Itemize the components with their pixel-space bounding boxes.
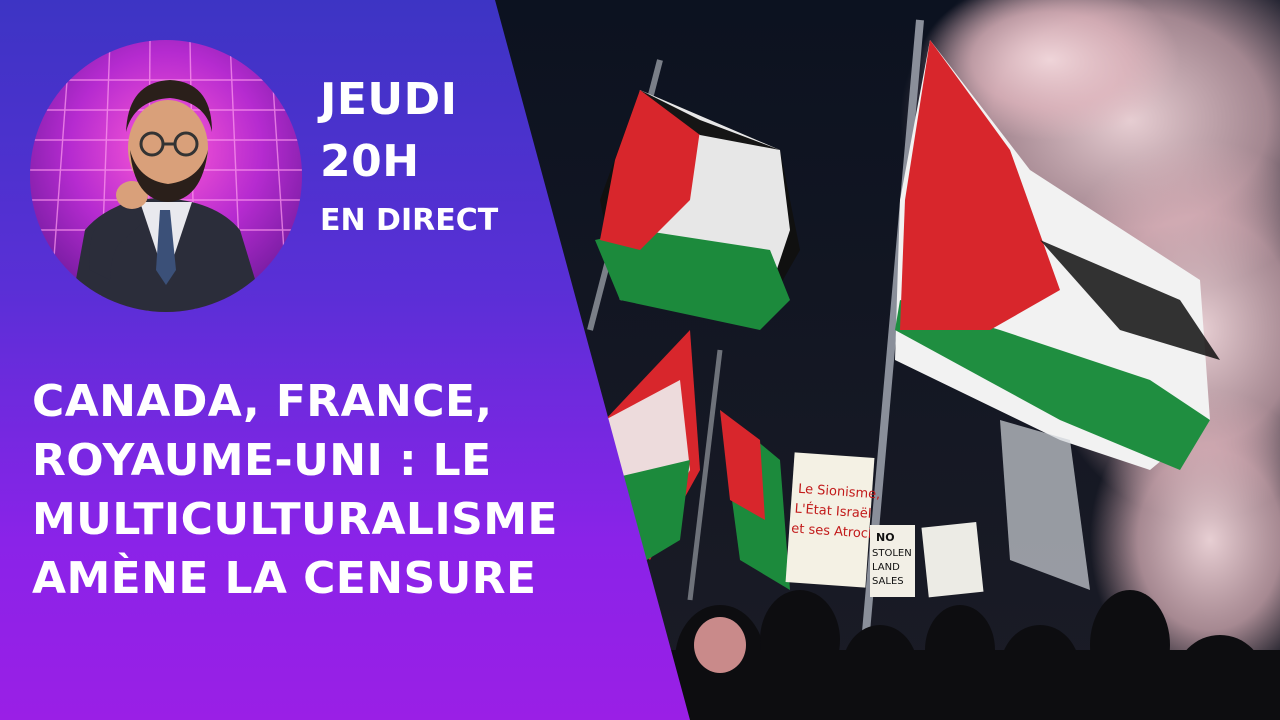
video-thumbnail: Le Sionisme, L'État Israël et ses Atroci…: [0, 0, 1280, 720]
headline-line: MULTICULTURALISME: [32, 494, 558, 545]
svg-text:SALES: SALES: [872, 576, 904, 587]
protest-sign-2: NO STOLEN LAND SALES: [870, 525, 915, 597]
host-avatar: [30, 40, 302, 312]
svg-text:LAND: LAND: [872, 562, 900, 573]
svg-text:STOLEN: STOLEN: [872, 548, 912, 559]
broadcast-schedule: JEUDI 20H EN DIRECT: [320, 78, 498, 236]
keffiyeh: [694, 617, 746, 673]
live-label: EN DIRECT: [320, 203, 499, 238]
protest-sign-3: [921, 522, 984, 598]
headline-title: CANADA, FRANCE, ROYAUME-UNI : LE MULTICU…: [32, 372, 652, 608]
headline-line: AMÈNE LA CENSURE: [32, 553, 537, 604]
headline-line: ROYAUME-UNI : LE: [32, 435, 492, 486]
schedule-day: JEUDI: [320, 74, 458, 125]
svg-text:NO: NO: [876, 531, 895, 544]
headline-line: CANADA, FRANCE,: [32, 376, 493, 427]
host-illustration: [30, 40, 302, 312]
schedule-time: 20H: [320, 136, 420, 187]
